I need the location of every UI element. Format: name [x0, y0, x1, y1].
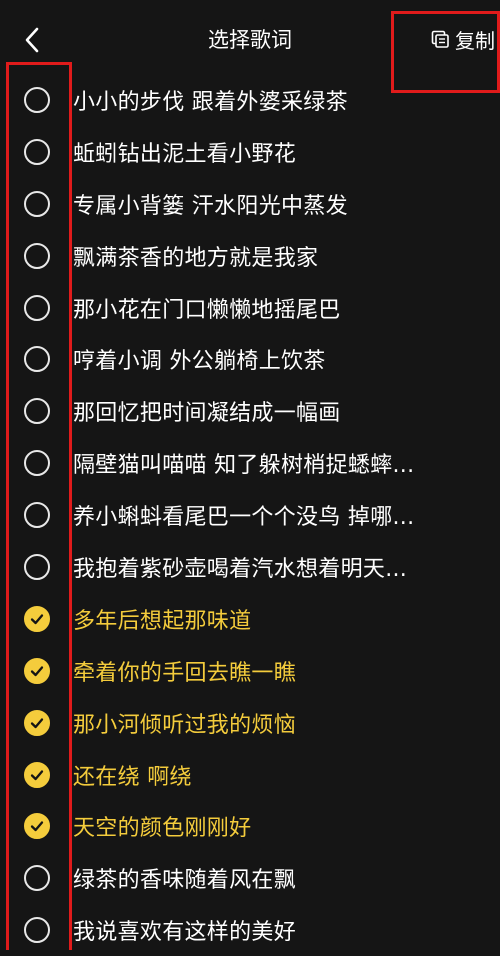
lyric-text: 我说喜欢有这样的美好: [73, 920, 297, 946]
lyrics-list: 小小的步伐 跟着外婆采绿茶 蚯蚓钻出泥土看小野花专属小背篓 汗水阳光中蒸发 飘满茶香…: [0, 74, 500, 956]
lyric-text: 小小的步伐 跟着外婆采绿茶: [73, 89, 348, 115]
lyric-row[interactable]: 隔壁猫叫喵喵 知了躲树梢捉蟋蟀...: [0, 437, 500, 489]
lyric-row[interactable]: 多年后想起那味道: [0, 593, 500, 645]
lyric-row[interactable]: 绿茶的香味随着风在飘: [0, 852, 500, 904]
lyric-row[interactable]: 飘满茶香的地方就是我家: [0, 230, 500, 282]
checkbox-unchecked[interactable]: [24, 917, 50, 944]
checkbox-unchecked[interactable]: [24, 138, 50, 165]
checkbox-checked[interactable]: [24, 709, 50, 736]
checkbox-checked[interactable]: [24, 657, 50, 684]
lyric-text: 那小河倾听过我的烦恼: [73, 712, 297, 738]
lyric-row[interactable]: 天空的颜色刚刚好: [0, 800, 500, 852]
checkbox-unchecked[interactable]: [24, 553, 50, 580]
lyric-row[interactable]: 我说喜欢有这样的美好: [0, 904, 500, 956]
lyric-row[interactable]: 那小花在门口懒懒地摇尾巴: [0, 282, 500, 334]
checkbox-unchecked[interactable]: [24, 346, 50, 373]
lyric-text: 还在绕 啊绕: [73, 764, 192, 790]
lyric-row[interactable]: 那回忆把时间凝结成一幅画: [0, 385, 500, 437]
lyric-text: 那回忆把时间凝结成一幅画: [73, 401, 341, 427]
checkmark-icon: [30, 821, 44, 832]
lyric-row[interactable]: 养小蝌蚪看尾巴一个个没鸟 掉哪...: [0, 489, 500, 541]
lyric-text: 隔壁猫叫喵喵 知了躲树梢捉蟋蟀...: [73, 453, 415, 479]
checkmark-icon: [30, 666, 44, 676]
lyric-text: 哼着小调 外公躺椅上饮茶: [73, 349, 326, 375]
lyric-text: 我抱着紫砂壶喝着汽水想着明天...: [73, 556, 408, 582]
lyric-text: 那小花在门口懒懒地摇尾巴: [73, 297, 341, 323]
checkbox-unchecked[interactable]: [24, 865, 50, 892]
lyric-text: 多年后想起那味道: [73, 608, 252, 634]
checkbox-unchecked[interactable]: [24, 398, 50, 425]
checkbox-unchecked[interactable]: [24, 294, 50, 321]
checkbox-checked[interactable]: [24, 813, 50, 840]
lyric-text: 养小蝌蚪看尾巴一个个没鸟 掉哪...: [73, 505, 415, 531]
lyric-row[interactable]: 专属小背篓 汗水阳光中蒸发: [0, 178, 500, 230]
lyric-text: 天空的颜色刚刚好: [73, 816, 252, 842]
checkbox-checked[interactable]: [24, 605, 50, 632]
lyric-row[interactable]: 哼着小调 外公躺椅上饮茶: [0, 333, 500, 385]
lyric-row[interactable]: 那小河倾听过我的烦恼: [0, 697, 500, 749]
checkbox-unchecked[interactable]: [24, 242, 50, 269]
lyric-row[interactable]: 蚯蚓钻出泥土看小野花: [0, 126, 500, 178]
lyric-text: 牵着你的手回去瞧一瞧: [73, 660, 297, 686]
lyric-row[interactable]: 小小的步伐 跟着外婆采绿茶: [0, 74, 500, 126]
checkbox-unchecked[interactable]: [24, 86, 50, 113]
lyric-text: 蚯蚓钻出泥土看小野花: [73, 141, 297, 167]
checkmark-icon: [30, 769, 44, 780]
lyric-text: 专属小背篓 汗水阳光中蒸发: [73, 193, 348, 219]
lyric-text: 绿茶的香味随着风在飘: [73, 868, 297, 894]
checkmark-icon: [30, 614, 44, 624]
checkmark-icon: [30, 717, 44, 728]
lyric-row[interactable]: 我抱着紫砂壶喝着汽水想着明天...: [0, 541, 500, 593]
lyric-row[interactable]: 牵着你的手回去瞧一瞧: [0, 645, 500, 697]
lyric-row[interactable]: 还在绕 啊绕: [0, 749, 500, 801]
lyric-text: 飘满茶香的地方就是我家: [73, 245, 319, 271]
checkbox-unchecked[interactable]: [24, 450, 50, 477]
checkbox-unchecked[interactable]: [24, 502, 50, 529]
checkbox-unchecked[interactable]: [24, 190, 50, 217]
checkbox-checked[interactable]: [24, 761, 50, 788]
